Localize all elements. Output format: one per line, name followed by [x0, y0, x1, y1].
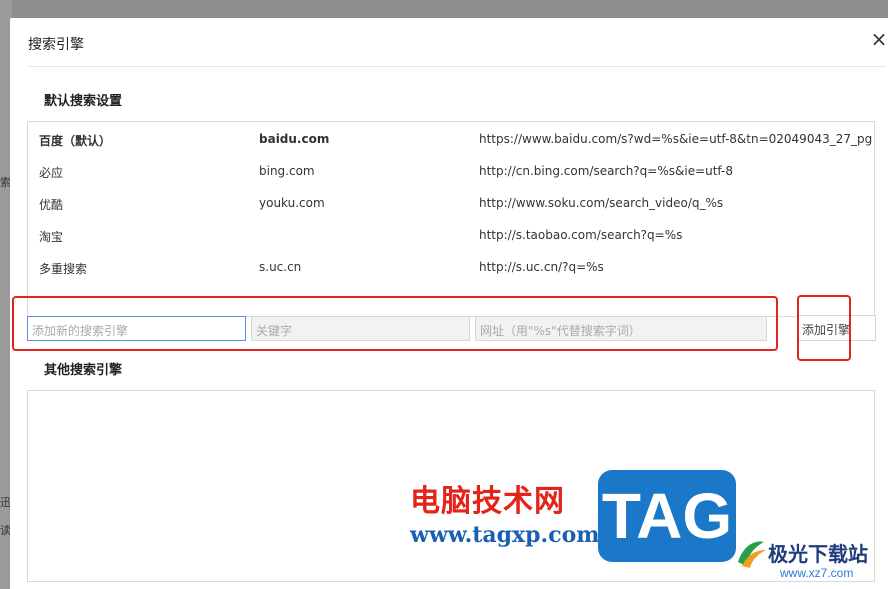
default-engines-list: 百度（默认） baidu.com https://www.baidu.com/s… — [27, 121, 875, 317]
watermark-logo-url: www.xz7.com — [780, 566, 854, 580]
engine-keyword: bing.com — [259, 164, 315, 178]
engine-url: http://s.uc.cn/?q=%s — [479, 260, 604, 274]
engine-row[interactable]: 淘宝 http://s.taobao.com/search?q=%s — [28, 220, 874, 252]
url-input[interactable]: 网址（用"%s"代替搜索字词） — [475, 316, 767, 341]
engine-url: http://cn.bing.com/search?q=%s&ie=utf-8 — [479, 164, 733, 178]
watermark-site-name: 电脑技术网 — [410, 484, 565, 519]
engine-keyword: youku.com — [259, 196, 325, 210]
other-engines-section-title: 其他搜索引擎 — [44, 363, 123, 378]
engine-row[interactable]: 优酷 youku.com http://www.soku.com/search_… — [28, 188, 874, 220]
close-button[interactable]: × — [870, 28, 888, 50]
default-search-section-title: 默认搜索设置 — [44, 94, 123, 109]
engine-keyword: baidu.com — [259, 132, 330, 146]
watermark-logo-name: 极光下载站 — [768, 542, 868, 566]
engine-url: http://www.soku.com/search_video/q_%s — [479, 196, 724, 210]
engine-row[interactable]: 多重搜索 s.uc.cn http://s.uc.cn/?q=%s — [28, 252, 874, 284]
engine-name: 必应 — [39, 166, 64, 180]
engine-row[interactable]: 必应 bing.com http://cn.bing.com/search?q=… — [28, 156, 874, 188]
engine-url: http://s.taobao.com/search?q=%s — [479, 228, 683, 242]
watermark-site-url: www.tagxp.com — [410, 522, 600, 548]
aurora-logo-icon — [738, 541, 766, 568]
title-divider — [28, 66, 886, 67]
watermark-tag-logo: TAG — [598, 470, 736, 562]
keyword-input[interactable]: 关键字 — [251, 316, 470, 341]
new-engine-name-input[interactable]: 添加新的搜索引擎 — [27, 316, 246, 341]
engine-name: 优酷 — [39, 198, 64, 212]
dialog-title: 搜索引擎 — [28, 37, 84, 53]
add-engine-button[interactable]: 添加引擎 — [798, 315, 876, 341]
engine-keyword: s.uc.cn — [259, 260, 302, 274]
engine-name: 百度（默认） — [39, 134, 112, 148]
engine-row[interactable]: 百度（默认） baidu.com https://www.baidu.com/s… — [28, 124, 874, 156]
engine-name: 淘宝 — [39, 230, 64, 244]
engine-url: https://www.baidu.com/s?wd=%s&ie=utf-8&t… — [479, 132, 873, 146]
engine-name: 多重搜索 — [39, 262, 88, 276]
